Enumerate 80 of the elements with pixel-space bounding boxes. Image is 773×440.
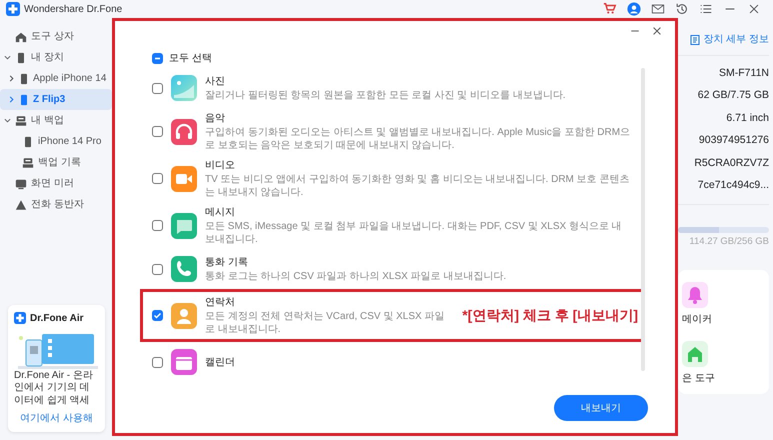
chevron-right-icon[interactable] bbox=[8, 96, 15, 103]
chat-bubble-icon bbox=[171, 212, 197, 238]
item-title: 통화 기록 bbox=[205, 256, 249, 270]
phone-handset-icon bbox=[171, 256, 197, 282]
tool-label[interactable]: 메이커 bbox=[682, 312, 712, 327]
phone-icon bbox=[18, 72, 30, 84]
sidebar-item[interactable]: Apple iPhone 14 bbox=[0, 68, 112, 89]
monitor-icon bbox=[15, 178, 27, 190]
device-info-value: 6.71 inch bbox=[725, 110, 769, 126]
calendar-icon bbox=[171, 349, 197, 375]
sidebar-item[interactable]: Z Flip3 bbox=[0, 89, 112, 110]
backup-icon bbox=[22, 156, 34, 168]
cart-icon[interactable] bbox=[603, 2, 617, 16]
document-icon bbox=[690, 34, 700, 44]
backup-icon bbox=[15, 114, 27, 126]
headphones-icon bbox=[171, 118, 197, 144]
close-icon[interactable] bbox=[747, 2, 761, 16]
device-details-link[interactable]: 장치 세부 정보 bbox=[678, 32, 769, 56]
item-title: 음악 bbox=[205, 112, 226, 126]
mail-icon[interactable] bbox=[651, 2, 665, 16]
sidebar-item[interactable]: 화면 미러 bbox=[0, 173, 112, 194]
item-description: TV 또는 비디오 앱에서 구입하여 동기화한 영화 및 홈 비디오는 내보내집니다. DRM 보호 콘텐츠는 내보내지 않습니다. bbox=[205, 173, 630, 199]
select-all-label[interactable]: 모두 선택 bbox=[169, 51, 212, 66]
device-info-value: SM-F711N bbox=[718, 66, 769, 81]
item-title: 캘린더 bbox=[205, 356, 236, 370]
sidebar-item[interactable]: 백업 기록 bbox=[0, 152, 112, 173]
chevron-right-icon[interactable] bbox=[8, 75, 15, 82]
device-info-value: 7ce71c494c9... bbox=[696, 178, 769, 194]
house-icon[interactable] bbox=[682, 340, 708, 367]
chevron-down-icon[interactable] bbox=[4, 117, 11, 124]
phone-icon bbox=[22, 136, 34, 148]
item-description: 모든 계정의 전체 연락처는 VCard, CSV 및 XLSX 파일로 내보내집니다. bbox=[205, 310, 446, 336]
phone-icon bbox=[15, 52, 27, 64]
item-description: 모든 SMS, iMessage 및 로컬 첨부 파일을 내보냅니다. 대화는 PDF, CSV 및 XLSX 형식으로 내보내집니다. bbox=[205, 220, 623, 246]
export-button[interactable]: 내보내기 bbox=[554, 395, 648, 421]
app-title: Wondershare Dr.Fone bbox=[24, 2, 122, 16]
sidebar-item[interactable]: 내 백업 bbox=[0, 110, 112, 131]
item-description: 통화 로그는 하나의 CSV 파일과 하나의 XLSX 파일로 내보내집니다. bbox=[205, 270, 508, 283]
device-info-value: 903974951276 bbox=[698, 133, 769, 148]
bell-icon[interactable] bbox=[682, 282, 708, 308]
try-link[interactable]: 여기에서 사용해 bbox=[14, 411, 99, 426]
sidebar-item[interactable]: 내 장치 bbox=[0, 47, 112, 68]
checkmark-icon bbox=[153, 311, 162, 320]
app-logo-icon bbox=[6, 2, 20, 16]
checkbox[interactable] bbox=[152, 356, 163, 368]
person-icon bbox=[171, 302, 197, 328]
checkbox[interactable] bbox=[152, 173, 163, 184]
sidebar-item[interactable]: iPhone 14 Pro bbox=[0, 131, 112, 152]
video-camera-icon bbox=[171, 166, 197, 192]
home-icon bbox=[15, 30, 27, 42]
photo-icon bbox=[171, 75, 197, 101]
item-title: 메시지 bbox=[205, 206, 236, 220]
device-info-value: 62 GB/7.75 GB bbox=[696, 88, 769, 104]
item-title: 연락처 bbox=[205, 296, 236, 310]
promo-title: Dr.Fone Air bbox=[30, 312, 84, 326]
triangle-icon bbox=[15, 198, 27, 210]
storage-reading: 114.27 GB/256 GB bbox=[689, 235, 769, 250]
checkbox[interactable] bbox=[152, 53, 163, 64]
promo-description: Dr.Fone Air - 온라인에서 기기의 데이터에 쉽게 액세 bbox=[14, 370, 94, 407]
device-info-value: R5CRA0RZV7Z bbox=[693, 156, 769, 171]
tool-label[interactable]: 은 도구 bbox=[682, 370, 715, 386]
item-description: 구입하여 동기화된 오디오는 아티스트 및 앨범별로 내보내집니다. Apple Music을 포함한 DRM으로 보호되는 음악은 보호되기 때문에 내보내지 않습니다. bbox=[205, 126, 631, 152]
checkbox[interactable] bbox=[152, 82, 163, 94]
app-logo-icon bbox=[14, 312, 26, 324]
sidebar-item[interactable]: 전화 동반자 bbox=[0, 194, 112, 215]
item-title: 비디오 bbox=[205, 159, 236, 173]
checkbox[interactable] bbox=[152, 310, 163, 321]
checkbox[interactable] bbox=[152, 126, 163, 137]
avatar-icon[interactable] bbox=[627, 2, 641, 16]
checkbox[interactable] bbox=[152, 220, 163, 231]
chevron-down-icon[interactable] bbox=[4, 54, 11, 61]
sidebar-item[interactable]: 도구 상자 bbox=[0, 26, 112, 47]
history-icon[interactable] bbox=[675, 2, 689, 16]
item-description: 잘리거나 필터링된 항목의 원본을 포함한 모든 로컬 사진 및 비디오를 내보냅니다. bbox=[205, 89, 567, 102]
item-title: 사진 bbox=[205, 75, 226, 89]
list-icon[interactable] bbox=[699, 2, 713, 16]
close-icon[interactable] bbox=[651, 25, 663, 37]
annotation-text: *[연락처] 체크 후 [내보내기] bbox=[462, 306, 638, 325]
checkbox[interactable] bbox=[152, 264, 163, 274]
phone-icon bbox=[18, 94, 30, 106]
